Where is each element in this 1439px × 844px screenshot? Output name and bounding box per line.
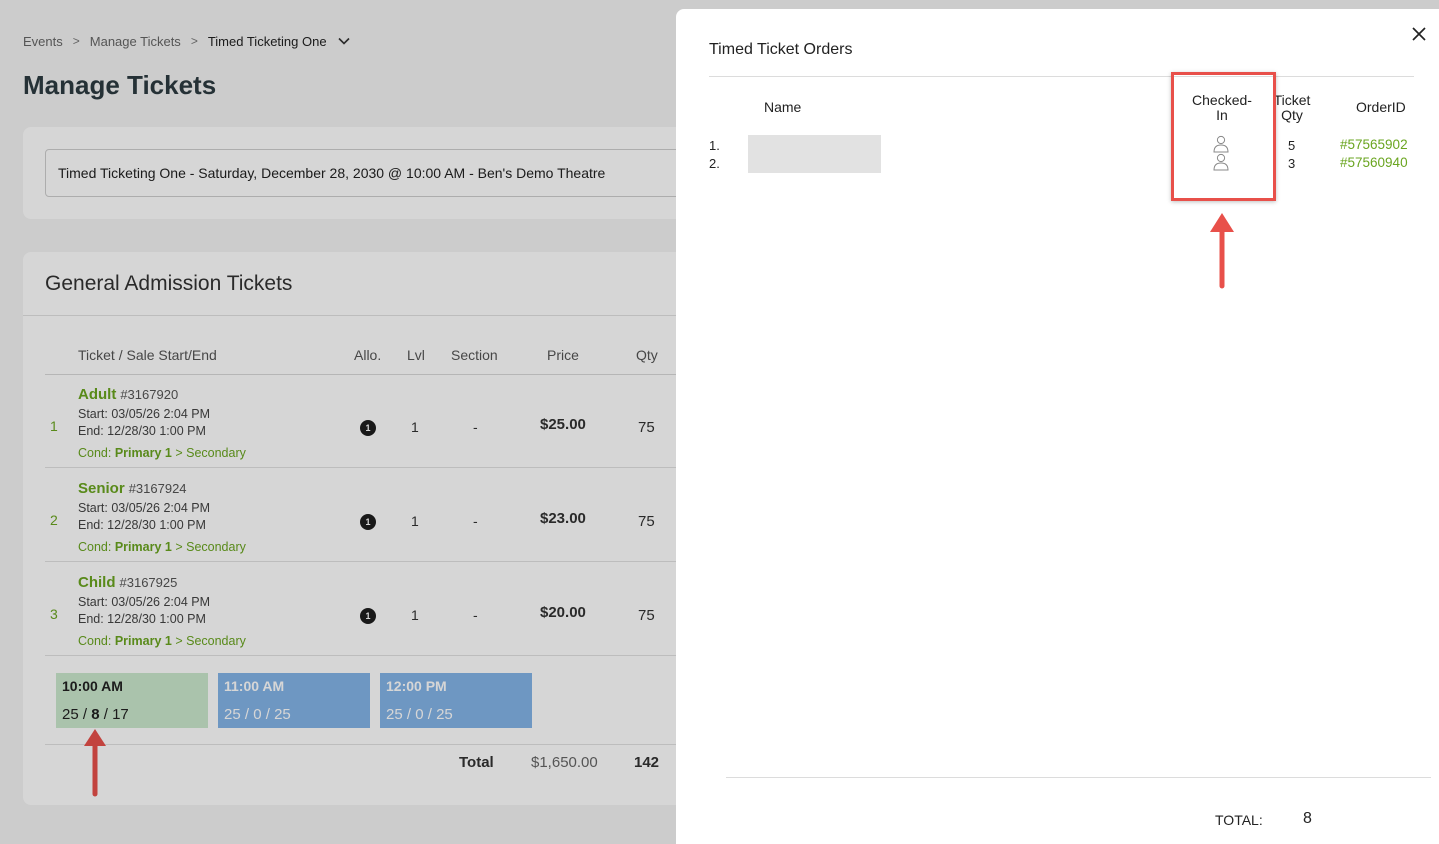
close-icon[interactable] [1410, 25, 1428, 43]
divider [709, 76, 1414, 77]
modal-title: Timed Ticket Orders [709, 41, 853, 58]
column-header-name: Name [764, 99, 802, 115]
order-row-number: 1. [709, 138, 720, 153]
arrow-up-icon [1210, 213, 1234, 289]
annotation-highlight-box [1171, 72, 1276, 201]
order-id-link[interactable]: #57565902 [1340, 137, 1408, 152]
order-ticket-qty: 3 [1288, 156, 1296, 171]
column-header-ticket-qty: Ticket Qty [1273, 92, 1311, 123]
redacted-names [748, 135, 881, 173]
order-row-number: 2. [709, 156, 720, 171]
order-id-link[interactable]: #57560940 [1340, 155, 1408, 170]
total-label: TOTAL: [1215, 812, 1263, 828]
column-header-order-id: OrderID [1356, 99, 1406, 115]
divider [726, 777, 1431, 778]
total-value: 8 [1303, 810, 1312, 827]
order-ticket-qty: 5 [1288, 138, 1296, 153]
timed-ticket-orders-modal: Timed Ticket Orders Name Checked- In Tic… [676, 9, 1439, 844]
